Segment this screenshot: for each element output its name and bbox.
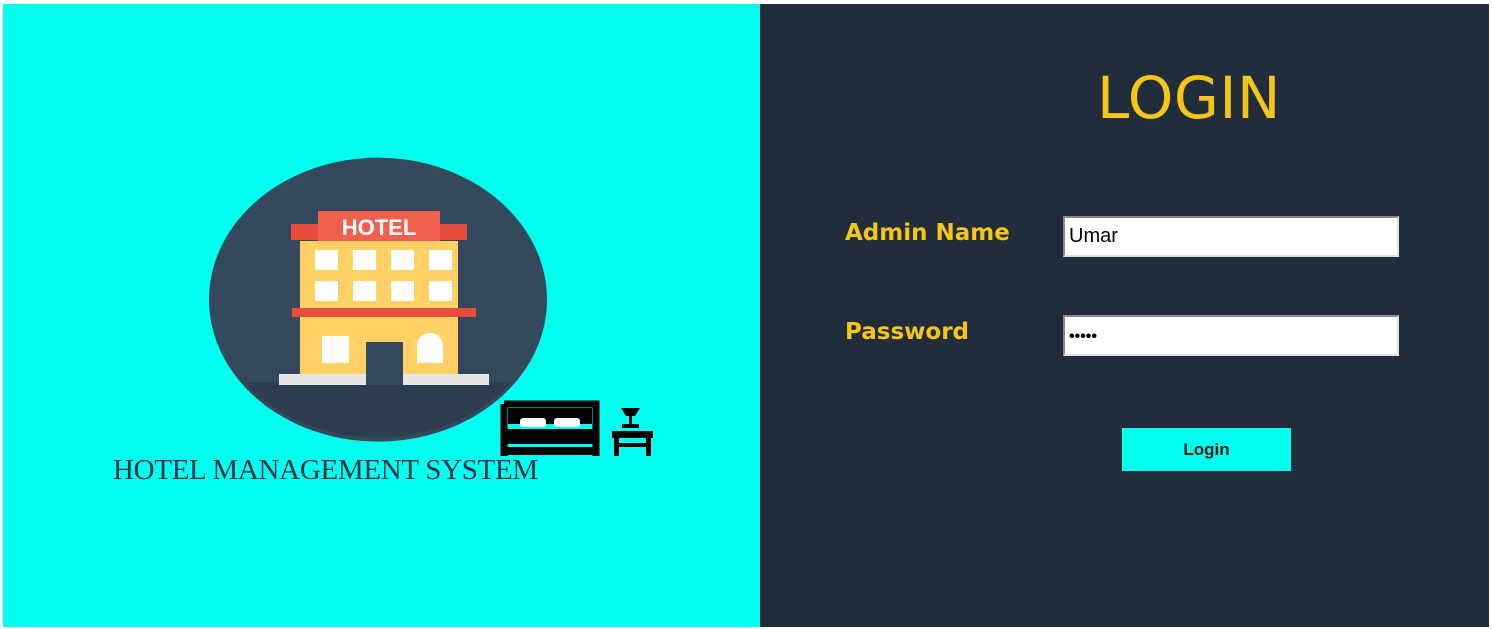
password-label: Password	[845, 319, 969, 345]
admin-name-input[interactable]: Umar	[1063, 216, 1399, 257]
hotel-logo: HOTEL	[208, 156, 660, 456]
password-input[interactable]: •••••	[1063, 315, 1399, 356]
branding-panel: HOTEL HOTEL MANAGEMENT SYSTEM	[3, 4, 760, 627]
hotel-building-icon: HOTEL	[209, 157, 547, 442]
password-masked-value: •••••	[1069, 328, 1098, 345]
nightstand-lamp-icon	[612, 408, 653, 456]
logo-sign-text: HOTEL	[342, 215, 417, 240]
admin-name-label: Admin Name	[845, 220, 1010, 246]
login-title: LOGIN	[1097, 64, 1281, 132]
bed-icon	[500, 400, 600, 456]
login-button[interactable]: Login	[1122, 428, 1291, 471]
app-caption: HOTEL MANAGEMENT SYSTEM	[113, 454, 538, 486]
admin-name-value: Umar	[1069, 225, 1118, 247]
